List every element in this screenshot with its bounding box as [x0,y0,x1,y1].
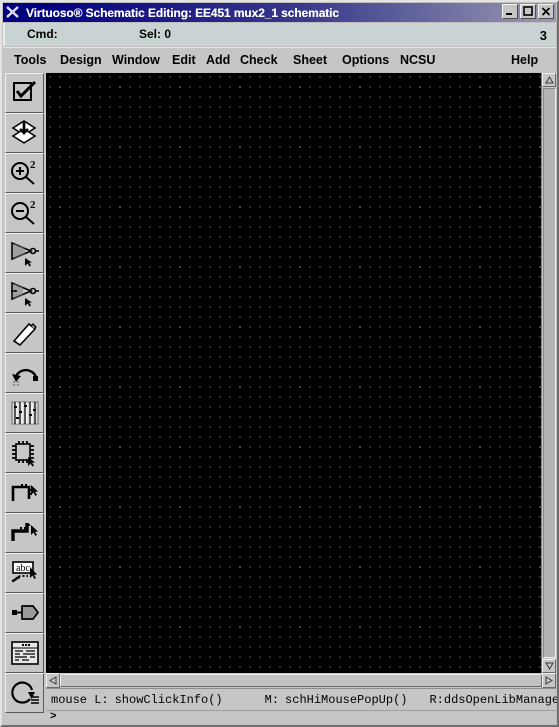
wire-narrow-tool[interactable] [5,473,44,513]
mouse-bindings-status-bar: mouse L: showClickInfo() M: schHiMousePo… [46,688,559,710]
mouse-middle-prefix: M: [264,692,280,707]
copy-tool[interactable] [5,273,44,313]
virtuoso-schematic-window: Virtuoso® Schematic Editing: EE451 mux2_… [0,0,559,727]
menu-edit[interactable]: Edit [172,53,196,67]
property-tool[interactable] [5,393,44,433]
vertical-scroll-thumb[interactable] [543,88,556,658]
delete-tool[interactable] [5,313,44,353]
mouse-left-binding: showClickInfo() [114,692,223,707]
menu-options[interactable]: Options [342,53,389,67]
x-logo-icon [4,4,22,21]
minimize-button[interactable] [502,4,518,19]
scroll-up-arrow-icon[interactable] [542,73,556,87]
zoom-in-tool[interactable]: 2 [5,153,44,193]
close-button[interactable] [538,4,554,19]
svg-text:abc: abc [16,563,30,574]
command-prompt-input[interactable]: > [46,710,556,724]
instance-tool[interactable] [5,433,44,473]
undo-tool[interactable] [5,353,44,393]
svg-text:2: 2 [30,159,36,171]
horizontal-scroll-thumb[interactable] [60,674,542,687]
refresh-tool[interactable] [5,673,44,713]
scroll-left-arrow-icon[interactable] [46,673,60,688]
mouse-right-prefix: R: [429,692,444,707]
zoom-out-tool[interactable]: 2 [5,193,44,233]
vertical-scrollbar[interactable] [541,73,556,673]
selection-count-label: Sel: 0 [139,27,172,41]
title-bar[interactable]: Virtuoso® Schematic Editing: EE451 mux2_… [3,3,556,22]
stretch-tool[interactable] [5,233,44,273]
cmd-label: Cmd: [27,27,58,41]
menu-bar: Tools Design Window Edit Add Check Sheet… [3,47,556,72]
check-select-tool[interactable] [5,73,44,113]
label-tool[interactable]: abc [5,553,44,593]
horizontal-scrollbar[interactable] [46,673,556,688]
left-toolbar: 2 2 abc [3,73,46,724]
scroll-right-arrow-icon[interactable] [542,673,556,688]
schematic-canvas[interactable] [46,73,556,673]
menu-ncsu[interactable]: NCSU [400,53,435,67]
window-title: Virtuoso® Schematic Editing: EE451 mux2_… [26,5,339,20]
menu-sheet[interactable]: Sheet [293,53,327,67]
command-status-bar: Cmd: Sel: 0 3 [3,23,556,46]
scroll-down-arrow-icon[interactable] [542,659,556,673]
menu-check[interactable]: Check [240,53,278,67]
menu-design[interactable]: Design [60,53,102,67]
descend-tool[interactable] [5,113,44,153]
window-controls [502,4,554,19]
window-number-label: 3 [539,28,547,43]
mouse-middle-binding: schHiMousePopUp() [285,692,408,707]
menu-tools[interactable]: Tools [14,53,46,67]
mouse-right-binding: ddsOpenLibManager() [443,692,559,707]
wire-wide-tool[interactable] [5,513,44,553]
menu-add[interactable]: Add [206,53,230,67]
pin-tool[interactable] [5,593,44,633]
maximize-button[interactable] [520,4,536,19]
mouse-left-prefix: mouse L: [51,692,109,707]
menu-help[interactable]: Help [511,53,538,67]
svg-text:2: 2 [30,199,36,211]
menu-window[interactable]: Window [112,53,160,67]
hierarchy-tool[interactable] [5,633,44,673]
schematic-grid [46,73,556,673]
